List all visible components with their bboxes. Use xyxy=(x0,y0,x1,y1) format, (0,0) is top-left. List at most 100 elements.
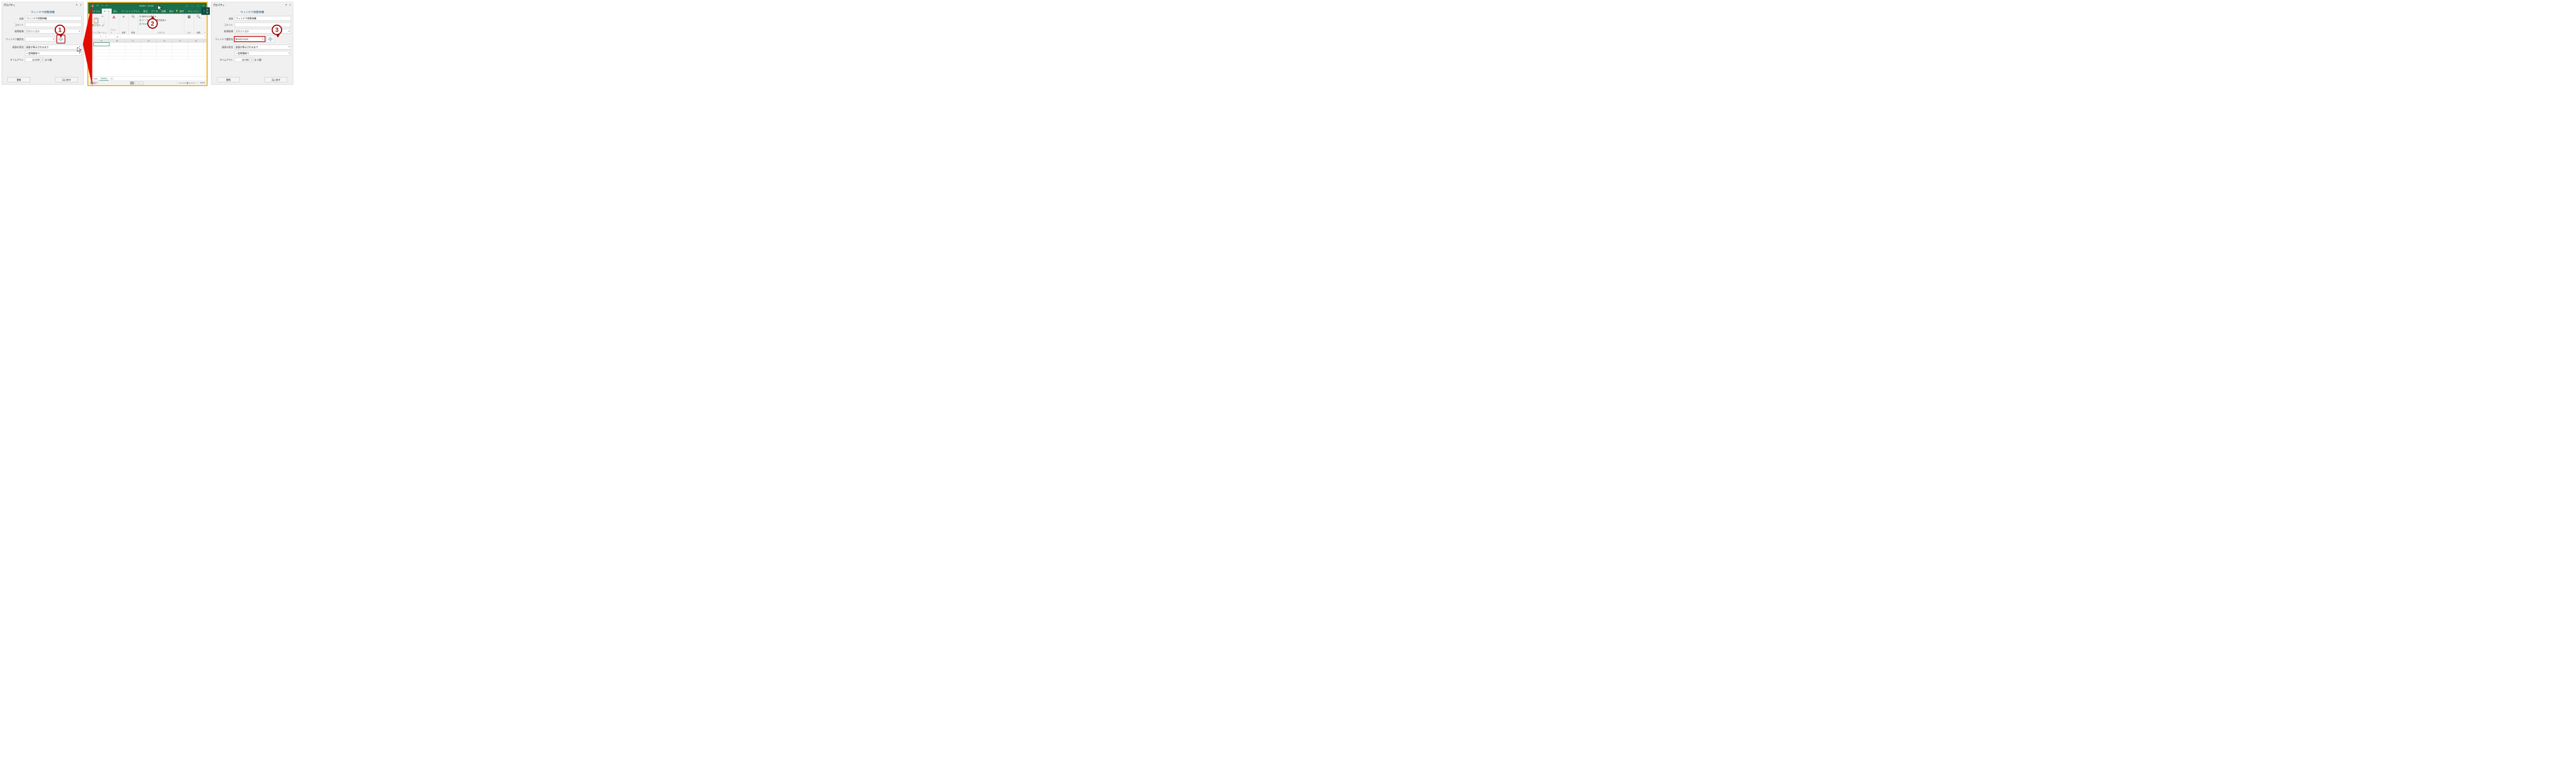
paste-label[interactable]: 貼り付け xyxy=(92,24,100,27)
group-edit[interactable]: 編集 xyxy=(197,31,201,34)
label-timeout: タイムアウト xyxy=(213,58,233,61)
pagelayout-view-icon[interactable] xyxy=(135,81,139,84)
confirm-fx-icon: ✓ xyxy=(108,35,110,38)
revert-button[interactable]: 元に戻す xyxy=(265,77,287,82)
revert-button[interactable]: 元に戻す xyxy=(55,77,78,82)
tab-signin[interactable]: サインイン xyxy=(186,8,200,14)
timeout-input[interactable]: 10,000 ▲▼ xyxy=(25,58,44,62)
label-comment: コメント xyxy=(213,23,233,27)
tab-insert[interactable]: 挿入 xyxy=(112,8,119,14)
comment-input[interactable] xyxy=(235,23,291,27)
window-id-select[interactable]: ▼ xyxy=(25,37,55,41)
label-screenchange: 画面の変化 xyxy=(213,45,233,49)
spinner-down[interactable]: ▼ xyxy=(41,60,44,61)
minimize-icon[interactable]: — xyxy=(191,5,194,7)
close-icon[interactable]: ✕ xyxy=(203,5,204,7)
panel-title: プロパティ xyxy=(3,3,75,6)
spreadsheet-grid[interactable]: A B C D E F G 1 2 3 4 5 xyxy=(89,39,207,77)
cursor-icon xyxy=(77,47,82,54)
tab-home[interactable]: ホーム xyxy=(102,8,111,14)
excel-title: Book1 - Excel xyxy=(107,5,186,7)
col-header[interactable]: A xyxy=(94,39,109,43)
cells-icon[interactable]: ▦ xyxy=(187,15,191,19)
find-icon[interactable]: 🔍 xyxy=(196,15,200,19)
label-name: 名前 xyxy=(213,17,233,20)
window-id-select[interactable]: Book1-Excel▼ xyxy=(235,37,265,41)
col-header[interactable]: F xyxy=(173,39,188,43)
zoom-out[interactable]: − xyxy=(176,82,177,84)
result-select[interactable]: 変数名を選択▼ xyxy=(235,29,291,33)
group-number[interactable]: 数値 xyxy=(131,31,135,34)
target-picker-button[interactable] xyxy=(267,36,274,43)
label-screenchange: 画面の変化 xyxy=(4,45,24,49)
group-font[interactable]: フォント xyxy=(111,28,117,34)
waitmode-select[interactable]: 一定時間待つ▼ xyxy=(235,51,291,56)
undo-icon[interactable]: ↶ xyxy=(96,4,99,7)
comment-input[interactable] xyxy=(25,23,82,27)
timeout-unit: ミリ秒 xyxy=(45,58,52,61)
close-icon[interactable]: ✕ xyxy=(80,3,82,6)
paste-icon[interactable]: 📋 xyxy=(92,17,100,24)
waitmode-select[interactable]: 一定時間待つ▼ xyxy=(25,51,82,56)
section-title: ウィンドウ状態待機 xyxy=(4,10,82,14)
update-button[interactable]: 更新 xyxy=(8,77,30,82)
group-clipboard: クリップボード xyxy=(91,31,104,34)
pin-icon[interactable]: ▼ xyxy=(75,3,78,6)
col-header[interactable]: E xyxy=(157,39,173,43)
name-input[interactable]: ウィンドウ状態待機 xyxy=(235,16,291,21)
person-icon: 👤 xyxy=(203,10,206,12)
property-panel-before: プロパティ ▼ ✕ ウィンドウ状態待機 名前 ウィンドウ状態待機 コメント 取得… xyxy=(2,2,83,85)
group-cells[interactable]: セル xyxy=(187,31,191,34)
name-input[interactable]: ウィンドウ状態待機 xyxy=(25,16,82,21)
redo-icon[interactable]: ↷ xyxy=(102,4,104,7)
col-header[interactable]: G xyxy=(188,39,204,43)
cut-icon[interactable]: ✂ xyxy=(102,15,105,18)
screenchange-select[interactable]: 画面が表示されるまで▼ xyxy=(25,45,82,49)
close-icon[interactable]: ✕ xyxy=(289,3,292,6)
zoom-in[interactable]: + xyxy=(197,82,198,84)
formatpainter-icon[interactable]: 🖌 xyxy=(102,24,105,27)
crosshair-icon xyxy=(268,37,273,42)
group-align[interactable]: 配置 xyxy=(122,31,126,34)
tab-layout[interactable]: ページ レイアウト xyxy=(120,8,141,14)
label-name: 名前 xyxy=(4,17,24,20)
cursor-icon xyxy=(157,5,162,12)
excel-window: 💾 ↶ ↷ ▾ Book1 - Excel ▢ — ▢ ✕ ファイル ホーム 挿… xyxy=(87,2,208,86)
collapse-ribbon-icon[interactable]: ˄ xyxy=(203,14,206,34)
zoom-value[interactable]: 100% xyxy=(200,82,205,84)
screenchange-select[interactable]: 画面が表示されるまで▼ xyxy=(235,45,291,49)
col-header[interactable]: C xyxy=(125,39,141,43)
tab-tell[interactable]: 操作 xyxy=(179,8,186,14)
label-timeout: タイムアウト xyxy=(4,58,24,61)
pin-icon[interactable]: ▼ xyxy=(285,3,288,6)
share-button[interactable]: 👤共有 xyxy=(201,7,210,15)
label-wid: ウィンドウ識別名 xyxy=(213,37,233,41)
step-badge-2: 2 xyxy=(147,18,158,29)
new-sheet-icon[interactable]: + xyxy=(110,77,113,80)
label-result: 取得結果 xyxy=(4,29,24,33)
property-panel-after: プロパティ ▼ ✕ ウィンドウ状態待機 名前 ウィンドウ状態待機 コメント 取得… xyxy=(212,2,293,85)
panel-title: プロパティ xyxy=(213,3,284,6)
copy-icon[interactable]: 📄 xyxy=(102,19,105,23)
label-wid: ウィンドウ識別名 xyxy=(4,37,24,41)
ribbon-tabs: ファイル ホーム 挿入 ページ レイアウト 数式 データ 校閲 表示 💡 操作 … xyxy=(89,8,207,14)
col-header[interactable]: B xyxy=(109,39,125,43)
maximize-icon[interactable]: ▢ xyxy=(197,5,199,7)
col-header[interactable]: D xyxy=(141,39,157,43)
step-badge-1: 1 xyxy=(55,25,65,36)
spinner-down[interactable]: ▼ xyxy=(250,60,253,61)
pagebreak-view-icon[interactable] xyxy=(140,81,144,84)
timeout-input[interactable]: 10,000 ▲▼ xyxy=(235,58,253,62)
result-select[interactable]: 変数名を選択▼ xyxy=(25,29,82,33)
tab-formulas[interactable]: 数式 xyxy=(142,8,149,14)
status-text: 準備完了 xyxy=(90,81,98,84)
update-button[interactable]: 更新 xyxy=(217,77,240,82)
fx-icon[interactable]: fx xyxy=(115,35,120,38)
label-result: 取得結果 xyxy=(213,29,233,33)
panel-titlebar: プロパティ ▼ ✕ xyxy=(2,2,83,8)
tab-view[interactable]: 表示 xyxy=(168,8,175,14)
normal-view-icon[interactable] xyxy=(130,81,134,84)
sheet-tab[interactable]: Sheet1 xyxy=(99,77,109,80)
ribbon-options-icon[interactable]: ▢ xyxy=(186,5,188,7)
panel-titlebar: プロパティ ▼ ✕ xyxy=(212,2,293,8)
